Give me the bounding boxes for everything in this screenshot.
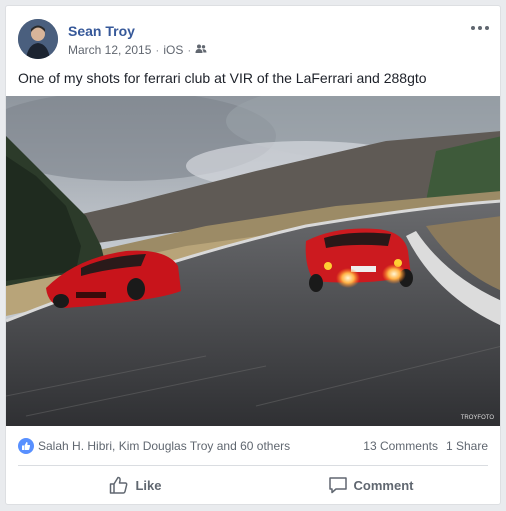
author-name[interactable]: Sean Troy (68, 23, 135, 39)
meta-separator: · (187, 43, 192, 57)
more-options-icon[interactable] (470, 21, 490, 35)
divider (18, 465, 488, 466)
comment-label: Comment (353, 477, 414, 493)
post-meta: March 12, 2015 · iOS · (68, 43, 207, 57)
comment-button[interactable]: Comment (253, 469, 488, 501)
action-bar: Like Comment (18, 468, 488, 502)
shares-count[interactable]: 1 Share (446, 439, 488, 453)
like-reaction-icon[interactable] (18, 438, 34, 454)
like-button[interactable]: Like (18, 469, 253, 501)
post-source: iOS (163, 43, 184, 57)
photo-watermark: TROYFOTO (461, 415, 495, 421)
post-date[interactable]: March 12, 2015 (68, 43, 151, 57)
avatar[interactable] (18, 19, 58, 59)
reaction-bar: Salah H. Hibri, Kim Douglas Troy and 60 … (18, 436, 488, 456)
post-header: Sean Troy March 12, 2015 · iOS · (18, 17, 490, 61)
comments-count[interactable]: 13 Comments (363, 439, 438, 453)
like-label: Like (135, 477, 162, 493)
post-text: One of my shots for ferrari club at VIR … (18, 70, 427, 86)
post-photo[interactable]: TROYFOTO (6, 96, 501, 426)
post-card: Sean Troy March 12, 2015 · iOS · One of … (5, 5, 501, 505)
reactors-summary[interactable]: Salah H. Hibri, Kim Douglas Troy and 60 … (38, 439, 290, 453)
speech-bubble-icon (328, 476, 348, 494)
friends-icon[interactable] (195, 43, 207, 57)
thumbs-up-icon (109, 476, 129, 494)
meta-separator: · (155, 43, 160, 57)
engagement-counts: 13 Comments 1 Share (363, 439, 488, 453)
